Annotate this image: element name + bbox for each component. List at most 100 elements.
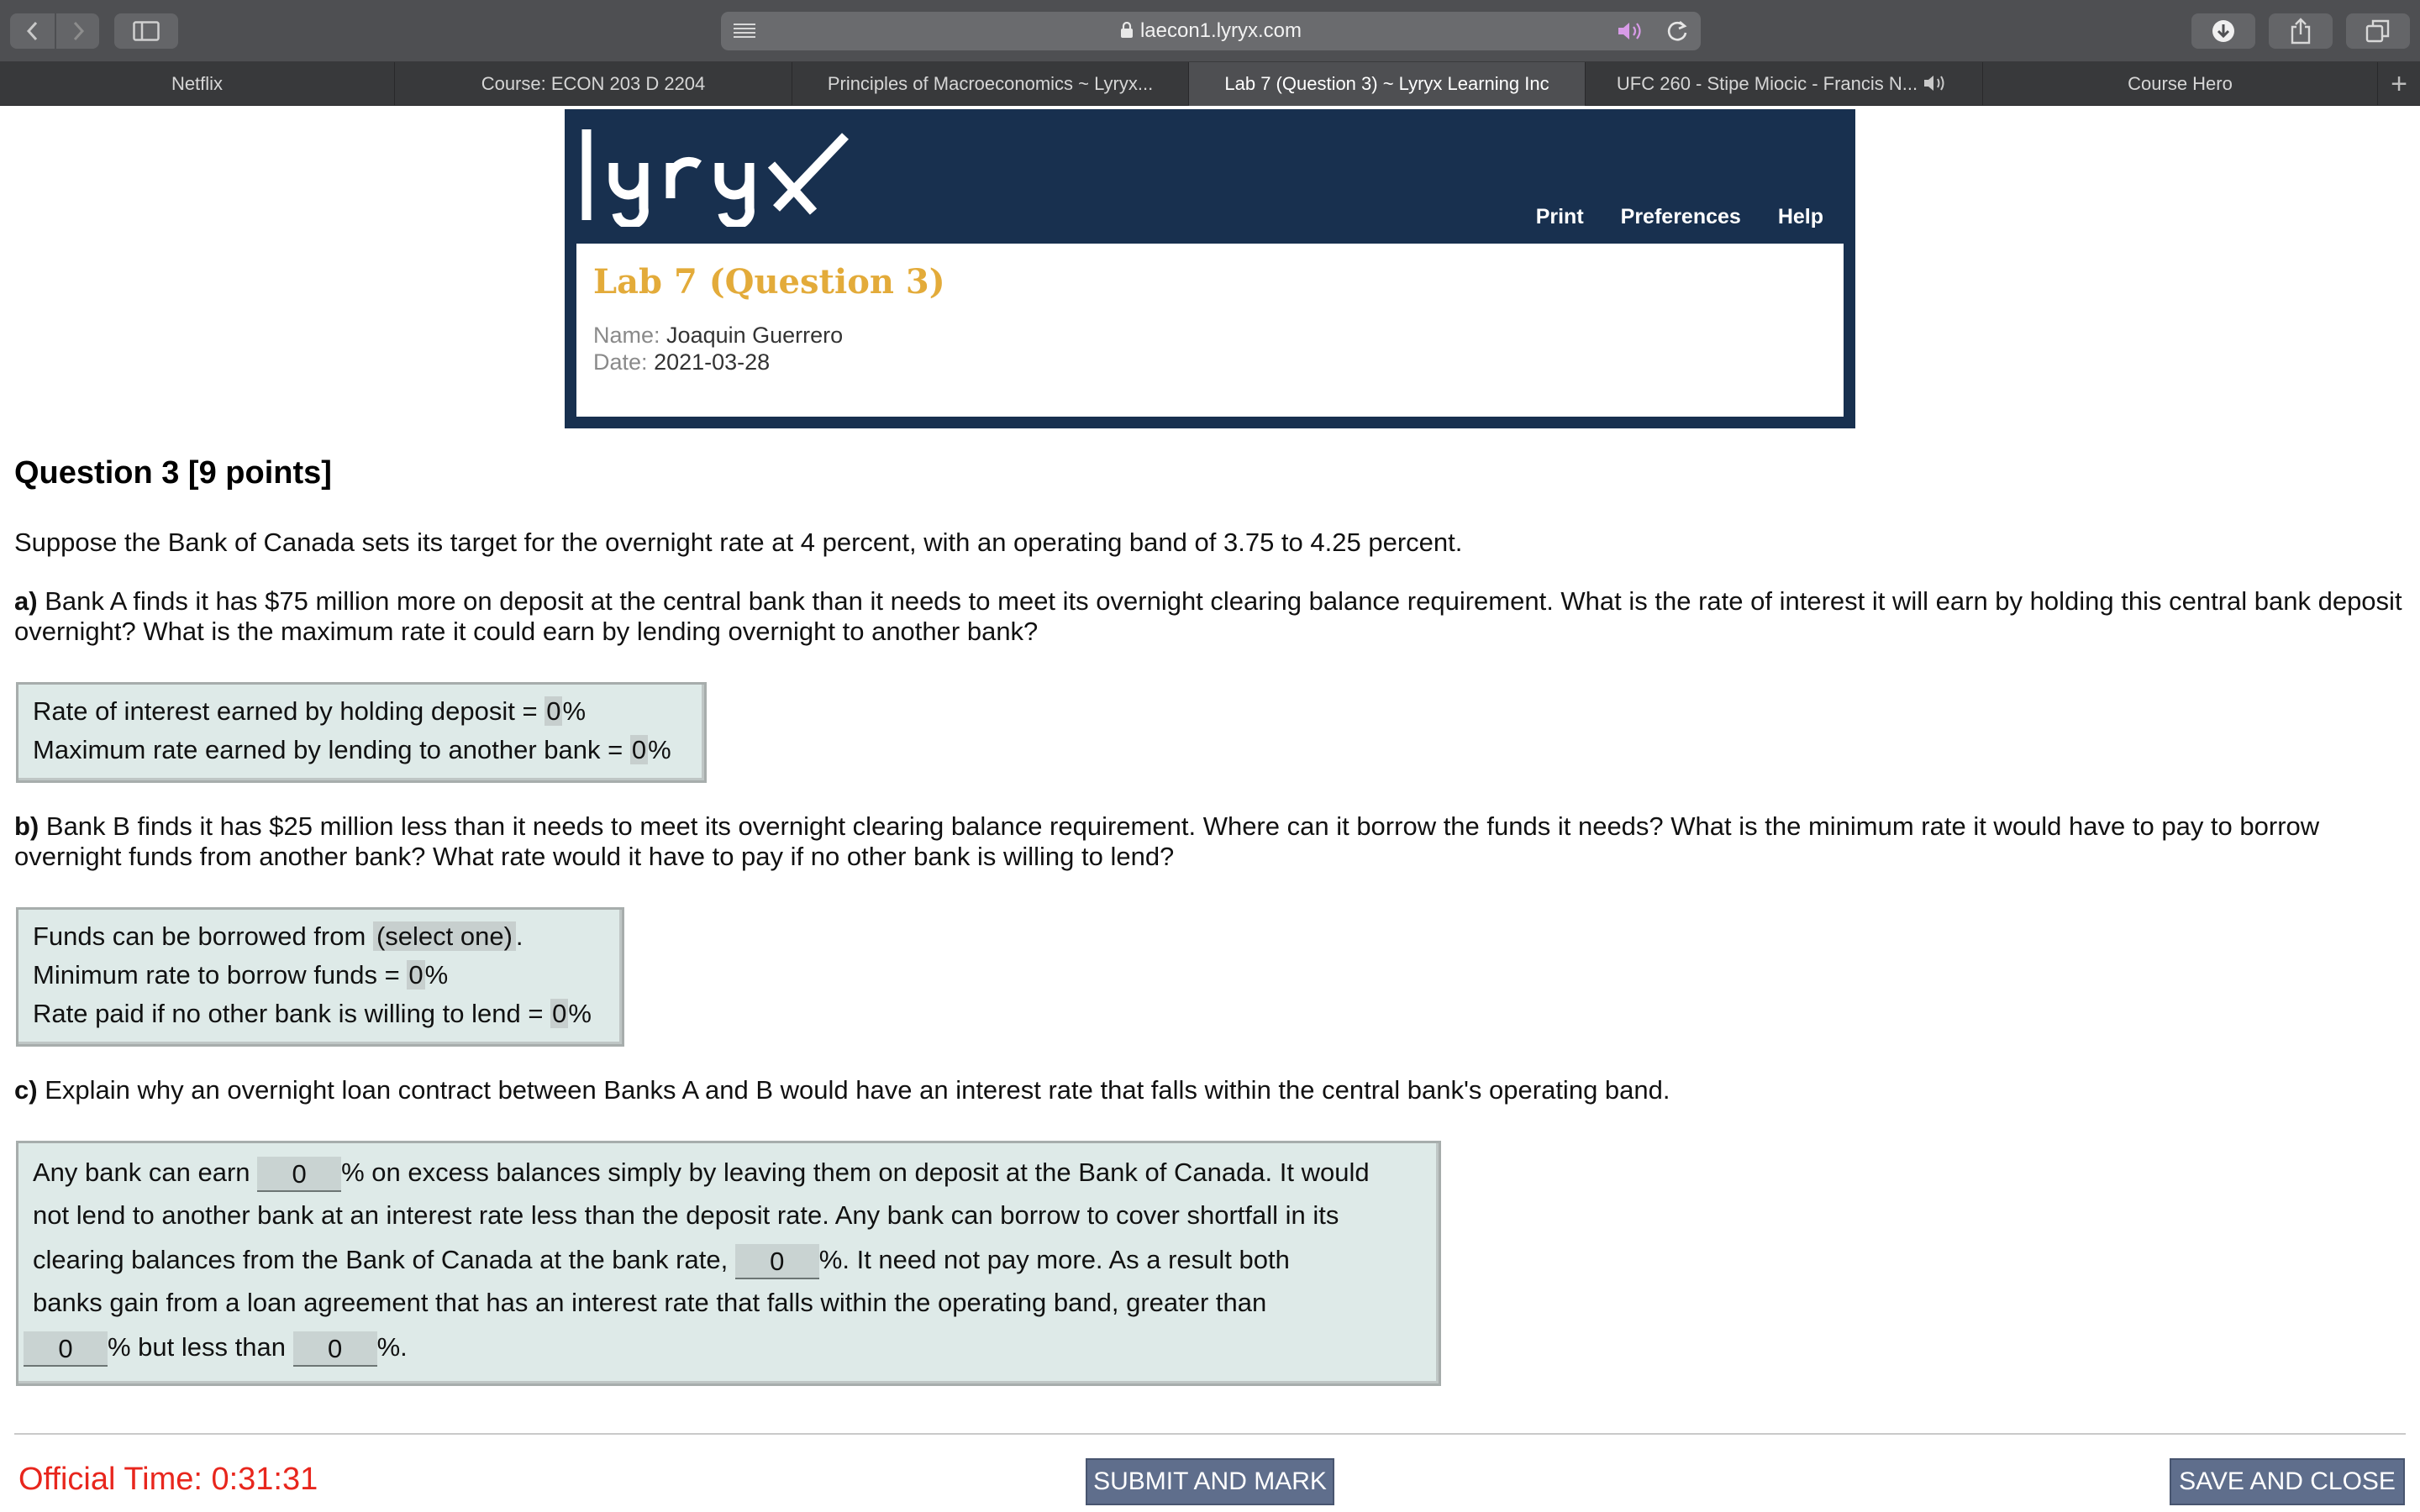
tab-ufc[interactable]: UFC 260 - Stipe Miocic - Francis N... (1586, 62, 1983, 106)
share-button[interactable] (2269, 13, 2333, 49)
band-lower-input[interactable]: 0 (24, 1331, 108, 1367)
part-a-prompt: a) Bank A finds it has $75 million more … (14, 586, 2406, 647)
text-segment: clearing balances from the Bank of Canad… (33, 1245, 735, 1275)
part-b-text: Bank B finds it has $25 million less tha… (14, 811, 2320, 871)
download-icon (2212, 20, 2234, 42)
explanation-line: banks gain from a loan agreement that ha… (33, 1288, 1267, 1317)
share-icon (2291, 18, 2311, 45)
sidebar-toggle-button[interactable] (114, 13, 178, 49)
sidebar-icon (133, 21, 160, 41)
row-unit: % (568, 999, 592, 1028)
part-a-answer-box: Rate of interest earned by holding depos… (16, 682, 707, 783)
part-c-prompt: c) Explain why an overnight loan contrac… (14, 1075, 2406, 1105)
part-c-text: Explain why an overnight loan contract b… (45, 1075, 1670, 1105)
row-label: Funds can be borrowed from (33, 921, 373, 951)
row-label: Minimum rate to borrow funds = (33, 960, 408, 990)
new-tab-button[interactable]: + (2378, 62, 2420, 106)
lending-rate-value[interactable]: 0 (629, 735, 649, 764)
date-value: 2021-03-28 (654, 349, 771, 375)
borrow-source-select[interactable]: (select one) (372, 921, 516, 951)
save-and-close-button[interactable]: SAVE AND CLOSE (2170, 1458, 2405, 1505)
footer-divider (14, 1433, 2406, 1435)
url-text: laecon1.lyryx.com (1139, 19, 1302, 42)
tab-label: UFC 260 - Stipe Miocic - Francis N... (1616, 73, 1918, 94)
answer-row: Rate of interest earned by holding depos… (33, 696, 586, 727)
print-link[interactable]: Print (1536, 205, 1584, 229)
url-text-wrap: laecon1.lyryx.com (721, 12, 1701, 50)
tab-label: Lab 7 (Question 3) ~ Lyryx Learning Inc (1224, 73, 1549, 94)
bank-rate-input[interactable]: 0 (734, 1244, 819, 1279)
part-a-label: a) (14, 586, 38, 616)
lab-title: Lab 7 (Question 3) (593, 262, 945, 302)
address-bar[interactable]: laecon1.lyryx.com (721, 12, 1701, 50)
help-link[interactable]: Help (1778, 205, 1823, 229)
min-borrow-rate-value[interactable]: 0 (407, 960, 425, 990)
answer-row: Rate paid if no other bank is willing to… (33, 999, 592, 1029)
tab-course-hero[interactable]: Course Hero (1983, 62, 2378, 106)
row-end: . (515, 921, 523, 951)
lyryx-logo (581, 129, 849, 227)
tab-course-econ[interactable]: Course: ECON 203 D 2204 (395, 62, 792, 106)
tab-netflix[interactable]: Netflix (0, 62, 395, 106)
part-b-label: b) (14, 811, 39, 841)
tab-label: Course: ECON 203 D 2204 (481, 73, 706, 94)
tab-bar: Netflix Course: ECON 203 D 2204 Principl… (0, 62, 2420, 106)
part-a-text: Bank A finds it has $75 million more on … (14, 586, 2402, 646)
date-row: Date: 2021-03-28 (593, 349, 770, 375)
preferences-link[interactable]: Preferences (1621, 205, 1741, 229)
answer-row: Minimum rate to borrow funds = 0% (33, 960, 448, 990)
explanation-line: 0% but less than 0%. (24, 1331, 408, 1367)
band-upper-input[interactable]: 0 (292, 1331, 377, 1367)
question-title: Question 3 [9 points] (14, 455, 332, 491)
tabs-icon (2365, 19, 2390, 43)
forward-button[interactable] (55, 13, 99, 49)
part-b-answer-box: Funds can be borrowed from (select one).… (16, 907, 624, 1047)
tab-principles-macro[interactable]: Principles of Macroeconomics ~ Lyryx... (792, 62, 1189, 106)
row-label: Maximum rate earned by lending to anothe… (33, 735, 630, 764)
explanation-line: not lend to another bank at an interest … (33, 1200, 1339, 1230)
explanation-line: clearing balances from the Bank of Canad… (33, 1244, 1290, 1279)
date-label: Date: (593, 349, 648, 375)
tab-lab7[interactable]: Lab 7 (Question 3) ~ Lyryx Learning Inc (1189, 62, 1586, 106)
part-c-label: c) (14, 1075, 38, 1105)
explanation-line: Any bank can earn 0% on excess balances … (33, 1157, 1370, 1192)
text-segment: % on excess balances simply by leaving t… (341, 1158, 1370, 1188)
row-label: Rate paid if no other bank is willing to… (33, 999, 551, 1028)
tab-audio-icon[interactable] (1923, 74, 1951, 92)
tab-label: Principles of Macroeconomics ~ Lyryx... (827, 73, 1154, 94)
lab-info-panel: Lab 7 (Question 3) Name: Joaquin Guerrer… (576, 244, 1844, 417)
browser-toolbar: laecon1.lyryx.com (0, 0, 2420, 62)
tab-label: Course Hero (2128, 73, 2233, 94)
name-row: Name: Joaquin Guerrero (593, 323, 843, 349)
deposit-rate-input[interactable]: 0 (257, 1157, 342, 1192)
text-segment: Any bank can earn (33, 1158, 258, 1188)
row-unit: % (562, 696, 587, 726)
chevron-right-icon (73, 21, 84, 41)
submit-and-mark-button[interactable]: SUBMIT AND MARK (1086, 1458, 1334, 1505)
nav-buttons (10, 13, 99, 49)
header-links: Print Preferences Help (1536, 205, 1823, 229)
row-unit: % (648, 735, 671, 764)
answer-row: Funds can be borrowed from (select one). (33, 921, 523, 952)
text-segment: %. It need not pay more. As a result bot… (818, 1245, 1290, 1275)
row-label: Rate of interest earned by holding depos… (33, 696, 545, 726)
no-lender-rate-value[interactable]: 0 (550, 999, 569, 1028)
text-segment: % but less than (108, 1332, 293, 1362)
back-button[interactable] (10, 13, 55, 49)
tab-overview-button[interactable] (2346, 13, 2410, 49)
answer-row: Maximum rate earned by lending to anothe… (33, 735, 671, 765)
deposit-rate-value[interactable]: 0 (544, 696, 563, 726)
part-b-prompt: b) Bank B finds it has $25 million less … (14, 811, 2406, 872)
official-timer: Official Time: 0:31:31 (18, 1462, 318, 1497)
tab-label: Netflix (171, 73, 224, 94)
lyryx-header: Print Preferences Help Lab 7 (Question 3… (565, 109, 1855, 428)
name-label: Name: (593, 323, 660, 348)
reload-icon[interactable] (1665, 19, 1689, 43)
part-c-answer-box: Any bank can earn 0% on excess balances … (16, 1141, 1441, 1386)
name-value: Joaquin Guerrero (666, 323, 844, 348)
downloads-button[interactable] (2191, 13, 2255, 49)
row-unit: % (424, 960, 449, 990)
question-intro: Suppose the Bank of Canada sets its targ… (14, 528, 1463, 557)
audio-playing-icon[interactable] (1617, 21, 1645, 41)
chevron-left-icon (26, 21, 37, 41)
